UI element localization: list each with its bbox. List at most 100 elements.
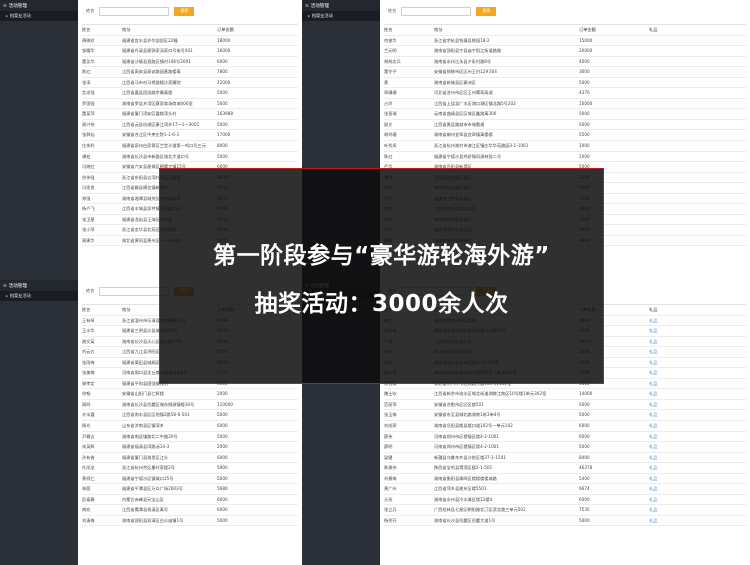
gift-link[interactable]: 礼品: [649, 400, 739, 410]
gift-link[interactable]: [649, 173, 739, 183]
gift-link[interactable]: [649, 152, 739, 162]
gift-link[interactable]: [649, 194, 739, 204]
table-cell: 福建省福清县湾路汤14-3: [122, 444, 170, 450]
gift-link[interactable]: 礼品: [649, 463, 739, 473]
gift-link[interactable]: [649, 46, 739, 56]
gift-link[interactable]: 礼品: [649, 495, 739, 505]
gift-link[interactable]: 礼品: [649, 389, 739, 399]
table-cell: 张立兵: [384, 507, 397, 513]
table-cell: 5000: [579, 517, 590, 523]
gift-link[interactable]: 礼品: [649, 410, 739, 420]
table-cell: 6000: [579, 423, 590, 429]
gift-link[interactable]: 礼品: [649, 453, 739, 463]
gift-link[interactable]: [649, 130, 739, 140]
table-cell: 5000: [579, 79, 590, 85]
table-row: 何俊华 浙江省余杭县钱塘县桃园18-2 15000: [384, 36, 746, 47]
table-cell: 湖南省南县镇路北二中路20号: [122, 433, 178, 439]
gift-link[interactable]: [649, 67, 739, 77]
gift-link[interactable]: [649, 204, 739, 214]
gift-link[interactable]: [649, 57, 739, 67]
gift-link[interactable]: [649, 88, 739, 98]
table-row: 薛伟 河南省郑州市区楼镇区楼4-2-1001 6000 礼品: [384, 432, 746, 443]
table-cell: 占玲: [384, 100, 393, 106]
table-cell: 许永霞: [82, 412, 95, 418]
table-cell: 福建省平潭县区万众广场2003号: [122, 486, 183, 492]
table-cell: 陈红: [82, 69, 91, 75]
search-button[interactable]: 搜索: [174, 6, 195, 16]
gift-link[interactable]: 礼品: [649, 505, 739, 515]
gift-link[interactable]: 礼品: [649, 516, 739, 526]
table-row: 谭伯 湖南省长沙县寺新路区城北大道口号 5000: [82, 152, 298, 163]
sidebar-item-activity[interactable]: ▸档案业活动: [302, 11, 380, 21]
table-cell: 5000: [217, 517, 228, 523]
sidebar-item-label: 档案业活动: [9, 13, 31, 18]
sidebar-item-activity[interactable]: ▸档案业活动: [0, 291, 78, 301]
table-row: 刘春梅 湖南省衡阳县珠晖区楼楼楼楼城路 5400 礼品: [384, 474, 746, 485]
gift-link[interactable]: 礼品: [649, 347, 739, 357]
table-cell: 章珊珊: [384, 90, 397, 96]
gift-link[interactable]: [649, 141, 739, 151]
gift-link[interactable]: 礼品: [649, 442, 739, 452]
gift-link[interactable]: 礼品: [649, 368, 739, 378]
table-row: 胡欢 江西省鹰潭县贵溪区寓号 6000: [82, 505, 298, 516]
gift-link[interactable]: 礼品: [649, 337, 739, 347]
gift-link[interactable]: 礼品: [649, 484, 739, 494]
gift-link[interactable]: 礼品: [649, 474, 739, 484]
gift-link[interactable]: [649, 215, 739, 225]
table-row: 胡胡志兵 湖南省永州江永县夕彩村路8号 4000: [384, 57, 746, 68]
gift-link[interactable]: [649, 109, 739, 119]
table-row: 董冬子 安徽省铜陵市区区州王村12#304 3000: [384, 67, 746, 78]
table-cell: 浙江省余杭县钱塘县桃园18-2: [434, 37, 490, 43]
gift-link[interactable]: 礼品: [649, 421, 739, 431]
search-bar: 姓名 搜索: [380, 0, 750, 22]
table-row: 周四 湖南省长沙县岳麓区城东桃源镇楼30号 110000: [82, 400, 298, 411]
table-cell: 5000: [217, 121, 228, 127]
table-cell: 兰元明: [384, 48, 397, 54]
table-row: 张玉梅 安徽省东至县城北路湖南1栋3单4号 5000 礼品: [384, 410, 746, 422]
gift-link[interactable]: [649, 78, 739, 88]
table-row: 董吴华 福建省沙塘县直路区镇村106号2001 6000: [82, 57, 298, 68]
gift-link[interactable]: [649, 162, 739, 172]
table-cell: 江西省上饶县广丰区湖口湖区镇北路5号202: [434, 100, 516, 106]
gift-link[interactable]: [649, 99, 739, 109]
gift-link[interactable]: 礼品: [649, 358, 739, 368]
table-row: 黄 湖南省新城县区寨洲区 5000: [384, 78, 746, 89]
caption-overlay: 第一阶段参与“豪华游轮海外游” 抽奖活动：3000余人次: [159, 168, 604, 384]
sidebar-menu-header[interactable]: ☰活动管理: [0, 0, 78, 11]
table-row: 兰元明 湖南省邵阳县宁县庙宁阳江街道路路 20000: [384, 46, 746, 57]
gift-link[interactable]: [649, 120, 739, 130]
table-cell: 江西省鹰潭县贵溪区寓号: [122, 507, 169, 513]
table-cell: 陕西省宝鸡县渭滨区楼2-1-501: [434, 465, 493, 471]
sidebar-menu-header[interactable]: ☰活动管理: [0, 280, 78, 291]
gift-link[interactable]: [649, 236, 739, 246]
table-cell: 湖南省新城县区寨洲区: [434, 79, 476, 85]
gift-link[interactable]: 礼品: [649, 316, 739, 326]
table-cell: 18000: [217, 37, 231, 43]
gift-link[interactable]: [649, 225, 739, 235]
sidebar-item-activity[interactable]: ▸档案业活动: [0, 11, 78, 21]
gift-link[interactable]: 礼品: [649, 432, 739, 442]
sidebar-menu-label: 活动管理: [8, 4, 27, 9]
search-input[interactable]: [401, 6, 472, 16]
table-cell: 黄柯仁: [82, 475, 95, 481]
table-cell: 魏士钦: [384, 391, 397, 397]
table-cell: 何俊华: [384, 37, 397, 43]
gift-link[interactable]: [649, 183, 739, 193]
table-cell: 广西桂林县七星区朝阳路北汀区滨北路三单元502: [434, 507, 526, 513]
gift-link[interactable]: 礼品: [649, 326, 739, 336]
column-header: 礼品: [649, 307, 658, 312]
table-row: 沙亮 湖南省永州县冷水滩区楼12楼4 6000 礼品: [384, 495, 746, 506]
table-cell: 林茜: [82, 486, 91, 492]
search-button[interactable]: 搜索: [476, 6, 497, 16]
caret-right-icon: ▸: [308, 14, 310, 18]
gift-link[interactable]: 礼品: [649, 379, 739, 389]
sidebar-menu-header[interactable]: ☰活动管理: [302, 0, 380, 11]
table-cell: 福建省厦门县湖里区江头: [122, 454, 169, 460]
table-cell: 徐畅: [82, 391, 91, 397]
table-cell: 谢孝定: [82, 380, 95, 386]
search-input[interactable]: [99, 6, 170, 16]
table-cell: 张群仙: [82, 132, 95, 138]
gift-link[interactable]: [649, 36, 739, 46]
table-cell: 5400: [579, 475, 590, 481]
table-cell: 刘春梅: [384, 475, 397, 481]
